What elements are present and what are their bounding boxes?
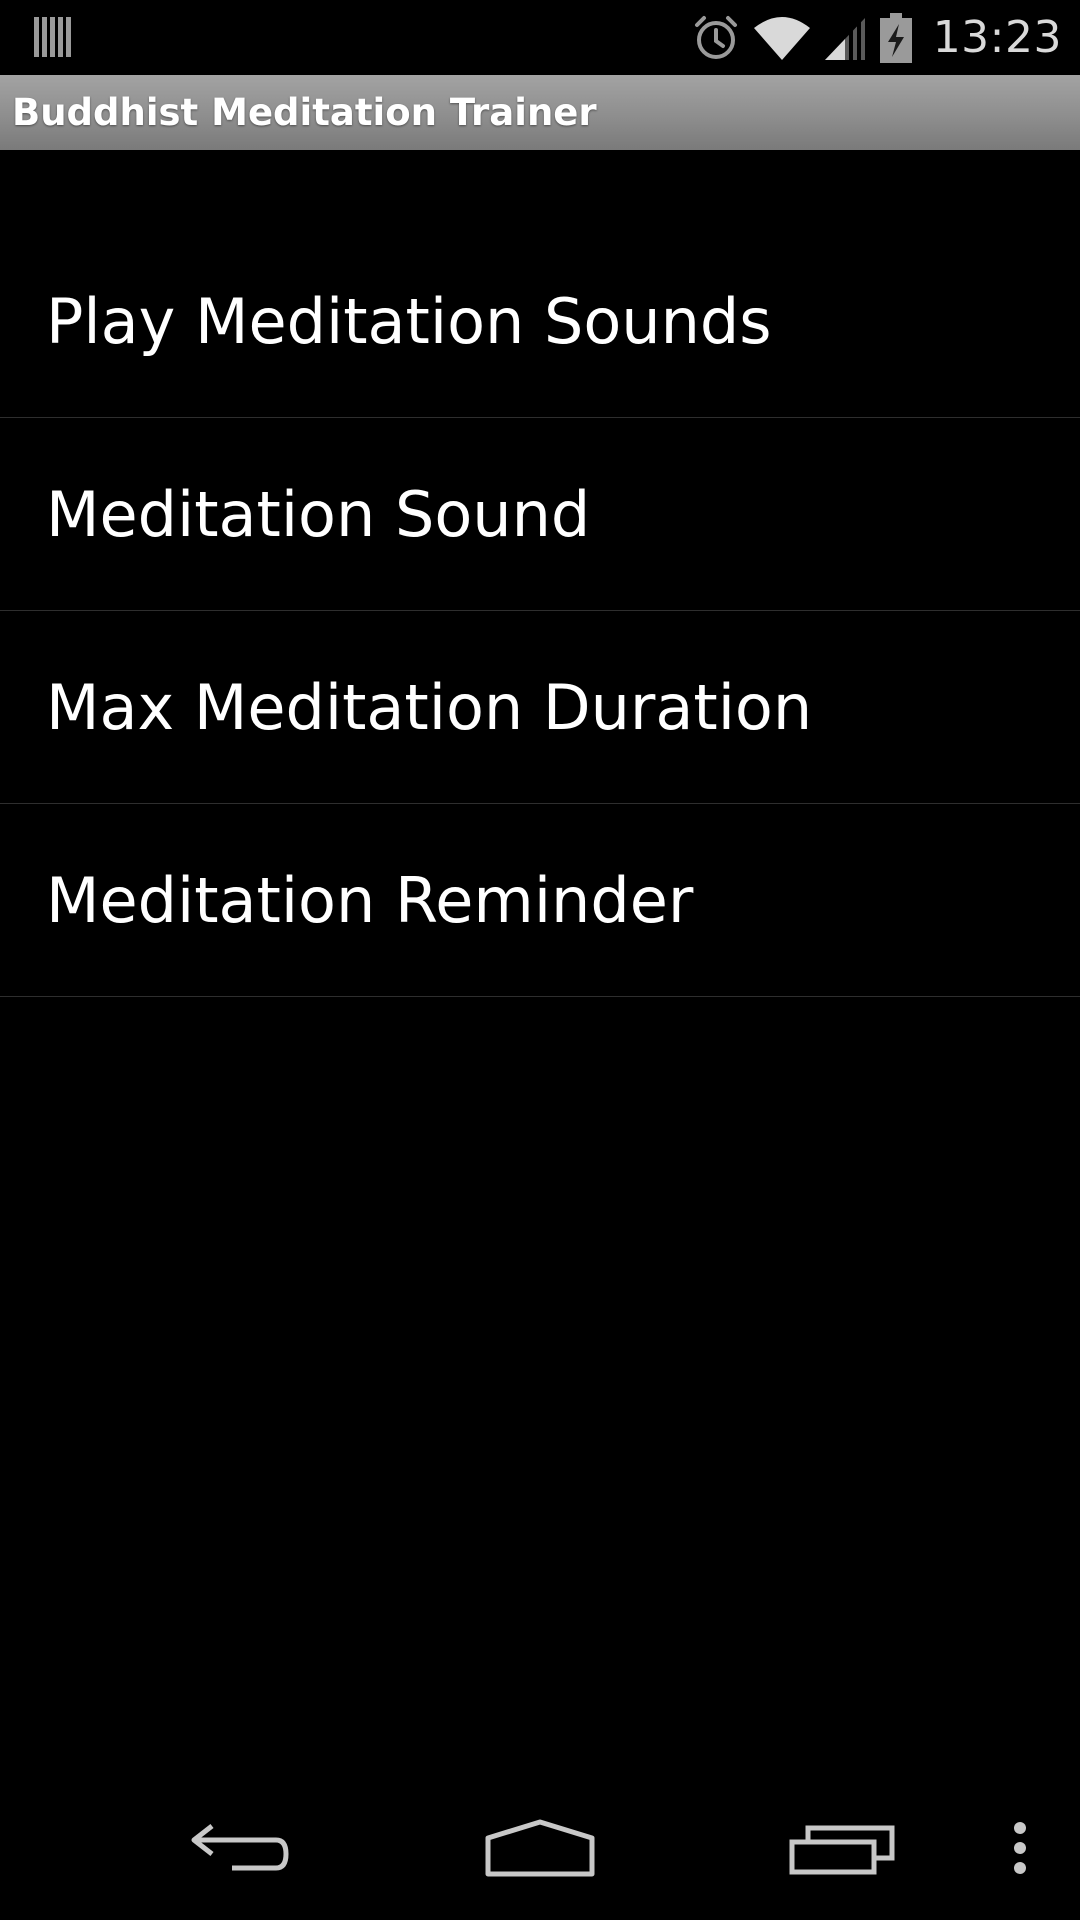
- app-title: Buddhist Meditation Trainer: [12, 91, 597, 134]
- navigation-bar: [0, 1776, 1080, 1920]
- wifi-icon: [753, 16, 810, 60]
- status-icons: 13:23: [691, 0, 1062, 75]
- notification-bars-icon: [34, 17, 71, 57]
- pref-label: Max Meditation Duration: [46, 670, 813, 744]
- recent-apps-button[interactable]: [772, 1776, 912, 1920]
- status-bar: 13:23: [0, 0, 1080, 75]
- recent-apps-icon: [789, 1825, 895, 1875]
- pref-max-meditation-duration[interactable]: Max Meditation Duration: [0, 611, 1080, 804]
- pref-label: Play Meditation Sounds: [46, 284, 772, 358]
- home-icon: [485, 1819, 595, 1877]
- signal-icon: [824, 17, 865, 60]
- back-icon: [191, 1824, 289, 1871]
- pref-play-meditation-sounds[interactable]: Play Meditation Sounds: [0, 225, 1080, 418]
- pref-label: Meditation Reminder: [46, 863, 694, 937]
- preferences-list: Play Meditation Sounds Meditation Sound …: [0, 225, 1080, 997]
- alarm-icon: [694, 15, 737, 59]
- pref-meditation-reminder[interactable]: Meditation Reminder: [0, 804, 1080, 997]
- battery-charging-icon: [879, 12, 912, 63]
- pref-label: Meditation Sound: [46, 477, 591, 551]
- overflow-menu-icon: [1014, 1822, 1026, 1874]
- pref-meditation-sound[interactable]: Meditation Sound: [0, 418, 1080, 611]
- status-time: 13:23: [932, 12, 1062, 63]
- home-button[interactable]: [470, 1776, 610, 1920]
- overflow-menu-button[interactable]: [990, 1776, 1050, 1920]
- back-button[interactable]: [170, 1776, 310, 1920]
- title-bar: Buddhist Meditation Trainer: [0, 75, 1080, 150]
